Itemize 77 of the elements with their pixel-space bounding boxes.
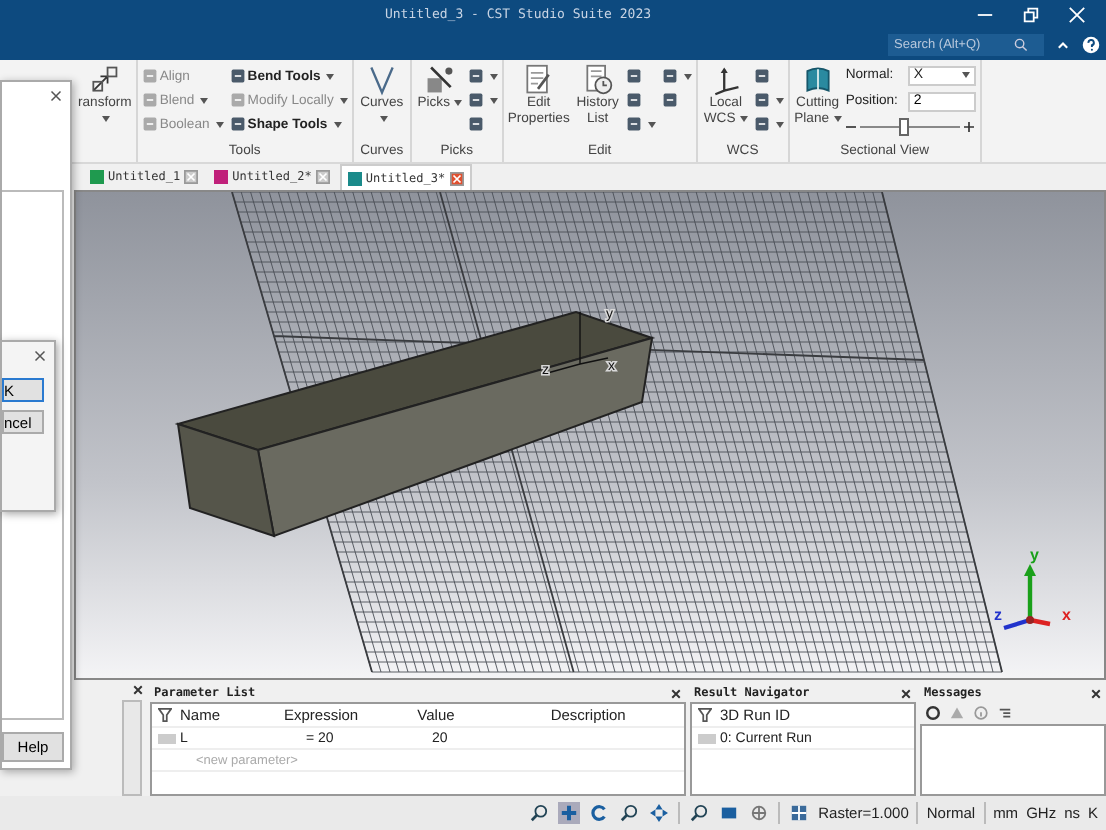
axis-label: y xyxy=(1030,546,1039,564)
cylinder-icon xyxy=(801,64,834,96)
tool-icon xyxy=(141,68,158,84)
axis-triad-drawing xyxy=(1003,564,1051,631)
tool-icon xyxy=(141,92,158,108)
tool-icon xyxy=(625,92,642,108)
caret-icon xyxy=(379,115,388,122)
close-icon[interactable] xyxy=(50,90,62,102)
tool-icon xyxy=(229,116,246,132)
caret-icon xyxy=(200,97,209,103)
rotate-icon[interactable] xyxy=(588,802,611,824)
caret-icon xyxy=(647,121,656,127)
scrollbar[interactable] xyxy=(122,700,142,796)
caret-icon xyxy=(215,121,224,127)
tool-icon xyxy=(229,68,246,84)
axis-label: x xyxy=(1062,606,1071,624)
close-icon[interactable] xyxy=(670,687,682,699)
error-icon[interactable] xyxy=(926,706,940,720)
slider-thumb[interactable] xyxy=(899,118,910,136)
caret-icon xyxy=(775,97,784,103)
move-icon[interactable] xyxy=(648,802,671,824)
tool-icon xyxy=(661,68,678,84)
caret-icon xyxy=(333,121,342,127)
close-icon[interactable] xyxy=(900,687,912,699)
plus-icon[interactable] xyxy=(963,122,974,132)
filter-icon[interactable] xyxy=(158,708,172,722)
tool-icon xyxy=(625,116,642,132)
pan-icon[interactable] xyxy=(558,802,581,824)
caret-icon xyxy=(961,72,970,78)
zoom-icon[interactable] xyxy=(528,802,551,824)
caret-icon xyxy=(739,115,748,122)
caret-icon xyxy=(453,99,462,106)
caret-icon xyxy=(683,73,692,79)
tool-icon xyxy=(753,68,770,84)
zoom-icon[interactable] xyxy=(618,802,641,824)
tool-button[interactable] xyxy=(625,112,656,136)
row-marker-icon xyxy=(698,733,716,743)
caret-icon xyxy=(102,115,111,122)
tool-icon xyxy=(753,92,770,108)
tool-icon xyxy=(753,116,770,132)
chevron-up-icon[interactable] xyxy=(1056,37,1070,51)
tool-icon xyxy=(229,92,246,108)
close-icon[interactable] xyxy=(132,684,144,696)
tool-icon xyxy=(467,92,484,108)
tool-button[interactable] xyxy=(753,112,784,136)
axis-label: z xyxy=(994,606,1002,624)
tool-icon xyxy=(467,68,484,84)
tool-button[interactable] xyxy=(753,88,784,112)
row-marker-icon xyxy=(158,733,176,743)
grid-icon[interactable] xyxy=(788,802,811,824)
caret-icon xyxy=(833,115,842,122)
cursor-icon xyxy=(423,64,456,96)
curve-icon xyxy=(365,64,398,96)
tool-icon xyxy=(661,92,678,108)
close-icon[interactable] xyxy=(1090,687,1102,699)
tool-icon xyxy=(625,68,642,84)
caret-icon xyxy=(489,73,498,79)
caret-icon xyxy=(339,97,348,103)
help-icon[interactable] xyxy=(1082,35,1100,53)
caret-icon xyxy=(775,121,784,127)
minus-icon[interactable] xyxy=(845,122,856,132)
search-icon xyxy=(1014,37,1028,51)
tool-button[interactable] xyxy=(467,64,498,88)
list-icon[interactable] xyxy=(998,706,1012,720)
caret-icon xyxy=(489,97,498,103)
tool-icon xyxy=(141,116,158,132)
tool-button[interactable] xyxy=(661,64,692,88)
tool-icon xyxy=(467,116,484,132)
tool-button[interactable] xyxy=(467,88,498,112)
close-icon[interactable] xyxy=(34,350,46,362)
axes-icon xyxy=(709,64,742,96)
move-icon xyxy=(88,64,121,96)
globe-icon[interactable] xyxy=(748,802,771,824)
zoom-icon[interactable] xyxy=(688,802,711,824)
filter-icon[interactable] xyxy=(698,708,712,722)
caret-icon xyxy=(326,73,335,79)
restore-icon[interactable] xyxy=(1022,5,1040,23)
